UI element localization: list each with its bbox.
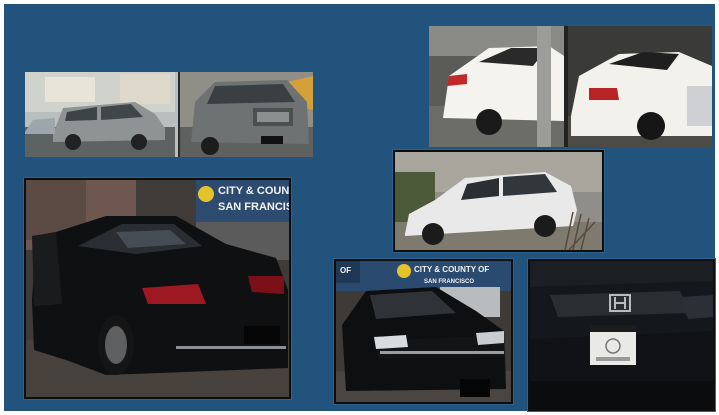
photo-white-suv	[393, 150, 604, 252]
photo-honda-front	[528, 259, 715, 411]
sign-line1: CITY & COUNTY	[218, 185, 289, 197]
photo-black-coupe: CITY & COUNTY SAN FRANCISCO	[24, 178, 291, 399]
sign-line2: CITY & COUNTY OF	[414, 265, 489, 274]
sign-line3: SAN FRANCISCO	[424, 279, 474, 285]
sign-line2: SAN FRANCISCO	[218, 201, 289, 213]
photo-black-sedan: OF CITY & COUNTY OF SAN FRANCISCO	[334, 259, 513, 404]
photo-silver-suvs	[25, 72, 313, 157]
sign-of: OF	[340, 266, 351, 275]
photo-white-coupes	[429, 26, 712, 147]
slide-background: CITY & COUNTY SAN FRANCISCO	[4, 4, 715, 411]
